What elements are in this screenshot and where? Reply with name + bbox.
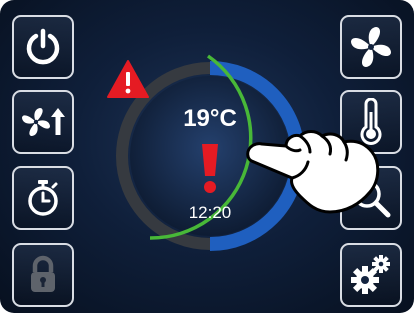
search-icon xyxy=(353,180,391,218)
settings-button[interactable] xyxy=(340,243,402,307)
temperature-button[interactable] xyxy=(340,90,402,154)
settings-gears-icon xyxy=(351,255,390,294)
fan-icon xyxy=(351,27,391,67)
control-panel-screen: 19°C 12:20 xyxy=(0,0,414,313)
search-button[interactable] xyxy=(340,166,402,230)
timer-icon xyxy=(28,180,58,216)
timer-button[interactable] xyxy=(12,166,74,230)
lock-button[interactable] xyxy=(12,243,74,307)
lock-icon xyxy=(31,255,55,292)
power-icon xyxy=(26,28,60,65)
time-readout: 12:20 xyxy=(188,203,232,222)
exclamation-icon xyxy=(202,144,218,193)
temperature-readout: 19°C xyxy=(183,105,237,132)
fan-boost-button[interactable] xyxy=(12,90,74,154)
thermometer-icon xyxy=(360,98,382,145)
warning-triangle-icon xyxy=(107,60,149,98)
power-button[interactable] xyxy=(12,15,74,79)
fan-boost-icon xyxy=(22,108,65,136)
fan-button[interactable] xyxy=(340,15,402,79)
